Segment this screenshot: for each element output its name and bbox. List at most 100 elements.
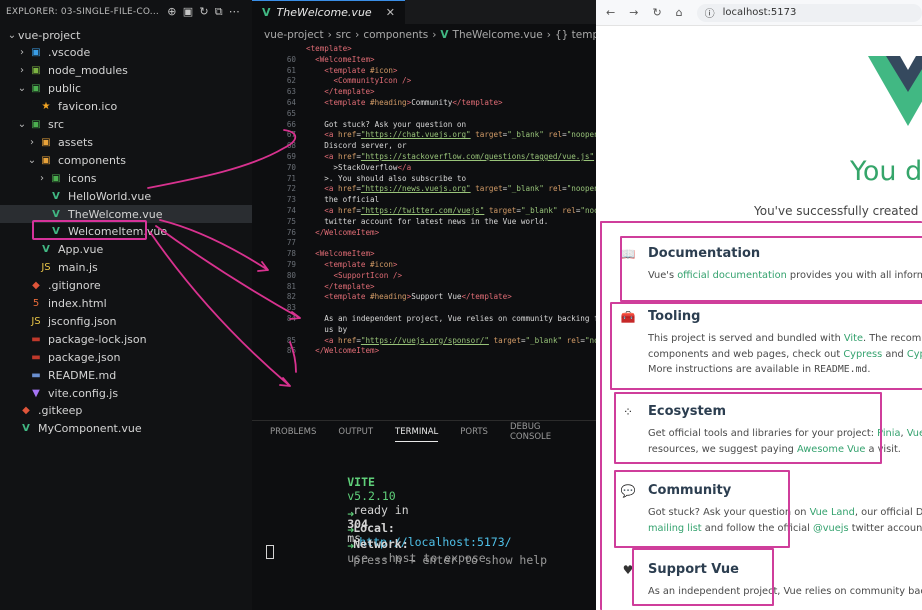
code-line: 67 <a href="https://chat.vuejs.org" targ… — [252, 130, 596, 141]
breadcrumb-item[interactable]: src — [336, 29, 351, 41]
tree-item[interactable]: V HelloWorld.vue — [0, 187, 252, 205]
new-folder-icon[interactable]: ▣ — [183, 5, 194, 19]
code-line: 65 — [252, 109, 596, 120]
tree-item[interactable]: ▬ package-lock.json — [0, 330, 252, 348]
explorer-header: EXPLORER: 03-SINGLE-FILE-CO... ⊕ ▣ ↻ ⧉ ⋯ — [0, 0, 252, 24]
breadcrumb-item[interactable]: components — [363, 29, 428, 41]
breadcrumb-separator: › — [546, 29, 551, 41]
file-type-icon: V — [22, 423, 30, 435]
panel-tab[interactable]: DEBUG CONSOLE — [510, 418, 574, 446]
panel-tab[interactable]: PROBLEMS — [270, 423, 316, 441]
tree-item-label: vue-project — [18, 28, 81, 42]
line-number: 65 — [286, 108, 296, 118]
hero-subtitle: You've successfully created a — [754, 204, 922, 218]
code-text: <template> — [306, 44, 352, 53]
tree-item[interactable]: ⌄ ▣ components — [0, 151, 252, 169]
reload-icon[interactable]: ↻ — [652, 6, 661, 19]
tree-item[interactable]: V App.vue — [0, 241, 252, 259]
highlight-welcomeitem — [32, 220, 147, 240]
line-number: 66 — [286, 119, 296, 129]
home-icon[interactable]: ⌂ — [676, 6, 683, 19]
file-type-icon: V — [52, 190, 60, 202]
close-icon[interactable]: ✕ — [386, 6, 395, 19]
line-number: 85 — [286, 335, 296, 345]
line-number: 63 — [286, 87, 296, 97]
tab-label: TheWelcome.vue — [276, 6, 372, 19]
code-line: 60 <WelcomeItem> — [252, 55, 596, 66]
new-file-icon[interactable]: ⊕ — [167, 5, 176, 19]
panel-tab[interactable]: PORTS — [460, 423, 488, 441]
tree-item[interactable]: JS jsconfig.json — [0, 312, 252, 330]
code-text: Got stuck? Ask your question on — [306, 119, 467, 129]
file-type-icon: ▼ — [32, 387, 40, 399]
terminal-cursor — [266, 545, 274, 559]
code-area[interactable]: <template> 60 <WelcomeItem> 61 <template #… — [252, 44, 596, 418]
panel-tab[interactable]: OUTPUT — [338, 423, 373, 441]
address-bar[interactable]: ⓘ localhost:5173 — [696, 3, 922, 22]
tab-thewelcome[interactable]: V TheWelcome.vue ✕ — [252, 0, 405, 24]
bottom-panel: PROBLEMS OUTPUT TERMINAL PORTS DEBUG CONSOLE… — [252, 420, 596, 610]
file-type-icon: ◆ — [32, 280, 40, 292]
tree-item-label: .gitkeep — [38, 404, 83, 418]
file-type-icon: 5 — [32, 298, 40, 309]
code-text: As an independent project, Vue relies on… — [306, 314, 596, 323]
tree-item[interactable]: ⌄ vue-project — [0, 26, 252, 44]
tree-item-label: icons — [68, 171, 97, 185]
code-line: 63 </template> — [252, 87, 596, 98]
code-text: Discord server, or — [306, 141, 407, 151]
chevron-icon: › — [20, 47, 24, 59]
chevron-icon: ⌄ — [17, 119, 27, 130]
line-number: 67 — [286, 130, 296, 140]
tree-item[interactable]: › ▣ icons — [0, 169, 252, 187]
back-icon[interactable]: ← — [606, 6, 615, 19]
code-editor: V TheWelcome.vue ✕ vue-project › src › compo… — [252, 0, 596, 610]
line-number: 72 — [286, 184, 296, 194]
tree-item-label: public — [48, 82, 82, 96]
line-number: 79 — [286, 260, 296, 269]
breadcrumb: vue-project › src › components › V TheWelcome.v… — [252, 24, 596, 46]
code-line: 73 the official — [252, 195, 596, 206]
tree-item[interactable]: V MyComponent.vue — [0, 420, 252, 438]
tree-item[interactable]: ★ favicon.ico — [0, 98, 252, 116]
tree-item-label: .vscode — [48, 46, 91, 60]
line-number: 62 — [286, 76, 296, 86]
line-number: 64 — [286, 98, 296, 107]
code-line: 69 <a href="https://stackoverflow.com/qu… — [252, 152, 596, 163]
tree-item[interactable]: ◆ .gitignore — [0, 277, 252, 295]
breadcrumb-item[interactable]: {} template — [555, 29, 596, 41]
tree-item[interactable]: ▬ package.json — [0, 348, 252, 366]
file-type-icon: ★ — [41, 101, 51, 113]
tree-item[interactable]: ⌄ ▣ src — [0, 116, 252, 134]
breadcrumb-item[interactable]: vue-project — [264, 29, 324, 41]
forward-icon[interactable]: → — [629, 6, 638, 19]
more-icon[interactable]: ⋯ — [229, 5, 240, 19]
refresh-icon[interactable]: ↻ — [199, 5, 208, 19]
breadcrumb-item[interactable]: TheWelcome.vue — [453, 29, 543, 41]
code-line: 64 <template #heading>Community</templat… — [252, 98, 596, 109]
tree-item[interactable]: JS main.js — [0, 259, 252, 277]
tree-item-label: src — [48, 118, 65, 131]
tree-item[interactable]: › ▣ assets — [0, 133, 252, 151]
file-type-icon: JS — [31, 315, 41, 327]
collapse-icon[interactable]: ⧉ — [215, 5, 223, 19]
tree-item-label: main.js — [58, 261, 98, 275]
code-line: 77 — [252, 238, 596, 249]
line-number: 82 — [286, 292, 296, 302]
tree-item[interactable]: ▼ vite.config.js — [0, 384, 252, 402]
site-info-icon[interactable]: ⓘ — [705, 5, 715, 20]
code-text: <a href="https://news.vuejs.org" target=… — [324, 184, 596, 194]
code-line: 70 >StackOverflow</a — [252, 163, 596, 174]
line-number: 81 — [286, 281, 296, 291]
tree-item[interactable]: › ▣ .vscode — [0, 44, 252, 62]
tree-item[interactable]: ⌄ ▣ public — [0, 80, 252, 98]
tree-item-label: package.json — [48, 350, 121, 364]
tree-item[interactable]: › ▣ node_modules — [0, 62, 252, 80]
code-line: 78 <WelcomeItem> — [252, 249, 596, 260]
tree-item[interactable]: ◆ .gitkeep — [0, 402, 252, 420]
line-number: 84 — [286, 314, 296, 323]
file-type-icon: ◆ — [22, 405, 30, 417]
tree-item[interactable]: 5 index.html — [0, 295, 252, 313]
panel-tab[interactable]: TERMINAL — [395, 423, 439, 442]
tree-item[interactable]: ▬ README.md — [0, 366, 252, 384]
tree-item-label: README.md — [48, 368, 117, 382]
